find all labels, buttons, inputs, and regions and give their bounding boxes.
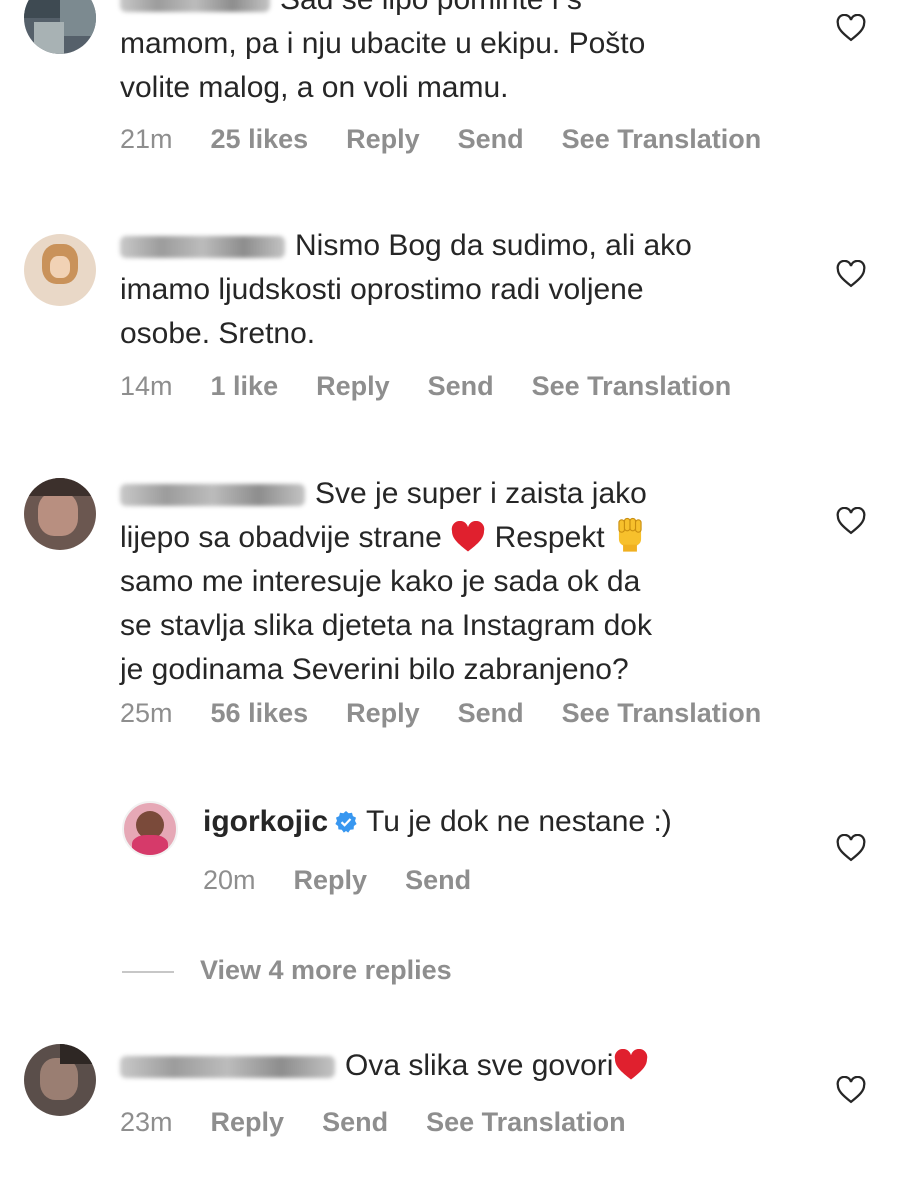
comment-text: Sad se lipo pominte i s mamom, pa i nju … bbox=[120, 0, 820, 110]
avatar[interactable] bbox=[24, 1044, 96, 1116]
timestamp: 14m bbox=[120, 371, 173, 401]
timestamp: 20m bbox=[203, 865, 256, 895]
see-translation-button[interactable]: See Translation bbox=[532, 371, 732, 401]
comment-meta: 21m 25 likes Reply Send See Translation bbox=[120, 121, 799, 157]
avatar[interactable] bbox=[24, 478, 96, 550]
comment-text: Nismo Bog da sudimo, ali ako imamo ljuds… bbox=[120, 229, 692, 350]
comment-meta: 20m Reply Send bbox=[203, 862, 509, 898]
reply-button[interactable]: Reply bbox=[316, 371, 390, 401]
blurred-username[interactable] bbox=[120, 1056, 335, 1079]
likes-count[interactable]: 1 like bbox=[211, 371, 279, 401]
reply-button[interactable]: Reply bbox=[346, 698, 420, 728]
red-heart-emoji bbox=[451, 521, 485, 552]
send-button[interactable]: Send bbox=[458, 124, 524, 154]
raised-fist-emoji bbox=[618, 517, 642, 552]
avatar[interactable] bbox=[122, 801, 178, 857]
blurred-username[interactable] bbox=[120, 0, 270, 13]
comment-meta: 23m Reply Send See Translation bbox=[120, 1104, 664, 1140]
see-translation-button[interactable]: See Translation bbox=[562, 124, 762, 154]
see-translation-button[interactable]: See Translation bbox=[562, 698, 762, 728]
likes-count[interactable]: 56 likes bbox=[211, 698, 309, 728]
see-translation-button[interactable]: See Translation bbox=[426, 1107, 626, 1137]
timestamp: 21m bbox=[120, 124, 173, 154]
comment-text: Ova slika sve govori bbox=[120, 1044, 820, 1088]
send-button[interactable]: Send bbox=[458, 698, 524, 728]
heart-icon[interactable] bbox=[836, 14, 866, 42]
comment-meta: 25m 56 likes Reply Send See Translation bbox=[120, 695, 799, 731]
divider-line bbox=[122, 970, 174, 973]
blurred-username[interactable] bbox=[120, 236, 285, 259]
heart-icon[interactable] bbox=[836, 1076, 866, 1104]
verified-badge-icon bbox=[335, 811, 357, 833]
red-heart-emoji bbox=[615, 1049, 648, 1080]
heart-icon[interactable] bbox=[836, 834, 866, 862]
send-button[interactable]: Send bbox=[428, 371, 494, 401]
blurred-username[interactable] bbox=[120, 484, 305, 507]
avatar[interactable] bbox=[24, 0, 96, 54]
reply-button[interactable]: Reply bbox=[211, 1107, 285, 1137]
send-button[interactable]: Send bbox=[322, 1107, 388, 1137]
timestamp: 23m bbox=[120, 1107, 173, 1137]
reply-button[interactable]: Reply bbox=[346, 124, 420, 154]
heart-icon[interactable] bbox=[836, 260, 866, 288]
send-button[interactable]: Send bbox=[405, 865, 471, 895]
heart-icon[interactable] bbox=[836, 507, 866, 535]
username[interactable]: igorkojic bbox=[203, 805, 328, 838]
comment-meta: 14m 1 like Reply Send See Translation bbox=[120, 368, 769, 404]
likes-count[interactable]: 25 likes bbox=[211, 124, 309, 154]
comment-text: Sve je super i zaista jako lijepo sa oba… bbox=[120, 477, 652, 686]
view-more-replies-button[interactable]: View 4 more replies bbox=[122, 952, 452, 988]
reply-button[interactable]: Reply bbox=[294, 865, 368, 895]
comment-text: igorkojic Tu je dok ne nestane :) bbox=[203, 805, 672, 838]
timestamp: 25m bbox=[120, 698, 173, 728]
avatar[interactable] bbox=[24, 234, 96, 306]
